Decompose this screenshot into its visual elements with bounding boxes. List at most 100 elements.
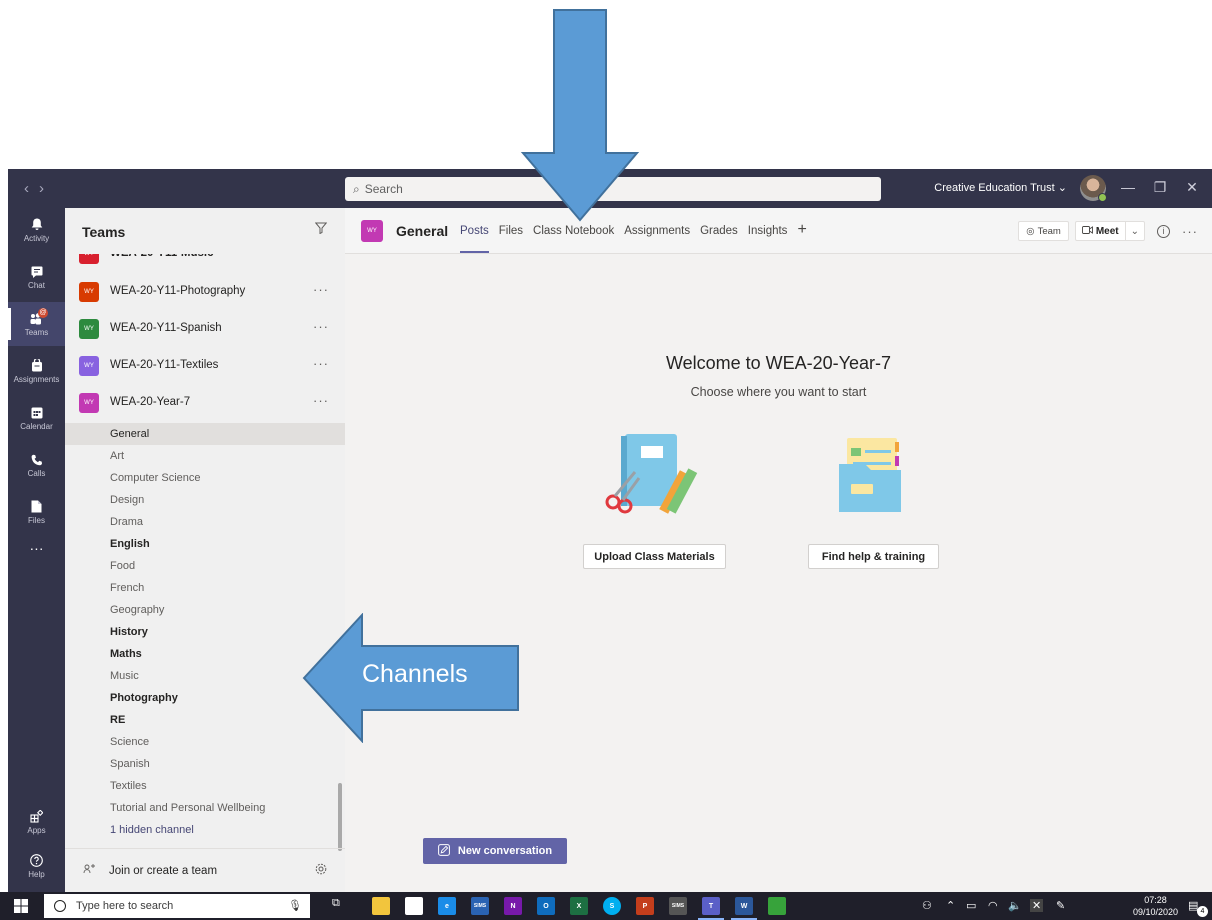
calendar-icon [29, 406, 45, 420]
channel-item[interactable]: English [65, 533, 345, 555]
microphone-icon[interactable]: 🎙 [288, 899, 302, 912]
taskbar-search-placeholder: Type here to search [76, 900, 174, 912]
channel-item[interactable]: Design [65, 489, 345, 511]
edge-icon[interactable]: e [438, 897, 456, 915]
teams-taskbar-icon[interactable]: T [698, 897, 724, 920]
rail-item-teams[interactable]: @ Teams [8, 302, 65, 346]
people-icon[interactable]: ⚇ [922, 899, 932, 912]
channel-item[interactable]: Art [65, 445, 345, 467]
hidden-channels-link[interactable]: 1 hidden channel [65, 819, 345, 841]
tab-insights[interactable]: Insights [748, 225, 788, 239]
sims-icon[interactable]: SIMS [471, 897, 489, 915]
rail-item-chat[interactable]: Chat [8, 255, 65, 299]
team-name: WEA-20-Y11-Spanish [110, 322, 222, 334]
more-options-icon[interactable]: ··· [1182, 224, 1198, 239]
presence-badge [1098, 193, 1107, 202]
chevron-down-icon[interactable]: ⌄ [1126, 226, 1144, 237]
new-conversation-button[interactable]: New conversation [423, 838, 567, 864]
compose-icon [438, 843, 450, 859]
rail-item-calendar[interactable]: Calendar [8, 396, 65, 440]
team-more-icon[interactable]: ··· [313, 319, 329, 334]
file-explorer-icon[interactable] [372, 897, 390, 915]
chevron-up-icon[interactable]: ⌃ [946, 899, 955, 912]
find-help-training-button[interactable]: Find help & training [808, 544, 939, 569]
task-view-icon[interactable]: ⧉ [332, 897, 340, 910]
join-create-team[interactable]: Join or create a team [65, 848, 345, 892]
outlook-icon[interactable]: O [537, 897, 555, 915]
org-switcher[interactable]: Creative Education Trust ⌄ [934, 181, 1067, 194]
channel-item[interactable]: Spanish [65, 753, 345, 775]
excel-icon[interactable]: X [570, 897, 588, 915]
minimize-icon[interactable]: — [1118, 179, 1138, 195]
forward-icon[interactable]: › [39, 180, 44, 197]
upload-class-materials-button[interactable]: Upload Class Materials [583, 544, 726, 569]
add-tab-button[interactable]: + [797, 221, 806, 239]
meet-label: Meet [1095, 225, 1119, 237]
store-icon[interactable] [405, 897, 423, 915]
back-icon[interactable]: ‹ [24, 180, 29, 197]
channel-item[interactable]: Food [65, 555, 345, 577]
team-row[interactable]: WY WEA-20-Y11-Textiles ··· [65, 347, 345, 384]
search-icon: ⌕ [353, 181, 360, 196]
rail-item-apps[interactable]: Apps [8, 800, 65, 844]
rail-item-activity[interactable]: Activity [8, 208, 65, 252]
filter-icon[interactable] [314, 221, 328, 237]
team-button[interactable]: ◎ Team [1018, 221, 1069, 241]
onedrive-error-icon[interactable]: ✕ [1030, 899, 1044, 912]
assignments-icon [29, 359, 45, 373]
wifi-icon[interactable]: ◠ [988, 899, 998, 912]
meet-button[interactable]: Meet ⌄ [1074, 221, 1145, 241]
help-icon [29, 854, 45, 868]
team-avatar: WY [79, 356, 99, 376]
channel-item[interactable]: Drama [65, 511, 345, 533]
team-row[interactable]: WY WEA-20-Y11-Photography ··· [65, 273, 345, 310]
rail-item-calls[interactable]: Calls [8, 443, 65, 487]
add-team-icon [83, 863, 96, 878]
team-row[interactable]: WY WEA-20-Year-7 ··· [65, 384, 345, 421]
rail-label: Calendar [20, 421, 53, 431]
word-icon[interactable]: W [731, 897, 757, 920]
team-more-icon[interactable]: ··· [313, 356, 329, 371]
gear-icon[interactable] [315, 863, 327, 878]
tab-class-notebook[interactable]: Class Notebook [533, 225, 614, 239]
tab-posts[interactable]: Posts [460, 225, 489, 253]
taskbar-search-input[interactable]: Type here to search 🎙 [44, 894, 310, 918]
tab-assignments[interactable]: Assignments [624, 225, 690, 239]
battery-icon[interactable]: ▭ [966, 899, 976, 912]
meet-now[interactable]: Meet [1076, 222, 1126, 240]
team-more-icon[interactable]: ··· [313, 282, 329, 297]
rail-label: Files [28, 515, 45, 525]
channel-item[interactable]: Tutorial and Personal Wellbeing [65, 797, 345, 819]
channel-title: General [396, 223, 449, 239]
join-label: Join or create a team [109, 865, 218, 877]
scrollbar[interactable] [338, 783, 342, 851]
tab-grades[interactable]: Grades [700, 225, 738, 239]
team-row[interactable]: WY WEA-20-Y11-Spanish ··· [65, 310, 345, 347]
rail-more-button[interactable]: ··· [8, 526, 65, 570]
rail-label: Apps [27, 825, 46, 835]
rail-item-assignments[interactable]: Assignments [8, 349, 65, 393]
sims-icon-2[interactable]: SIMS [669, 897, 687, 915]
channel-item[interactable]: French [65, 577, 345, 599]
rail-label: Teams [24, 327, 49, 337]
windows-start-icon[interactable] [14, 899, 28, 913]
info-icon[interactable]: i [1157, 224, 1170, 238]
powerpoint-icon[interactable]: P [636, 897, 654, 915]
close-icon[interactable]: ✕ [1182, 179, 1202, 196]
channel-item[interactable]: Textiles [65, 775, 345, 797]
volume-icon[interactable]: 🔈 [1008, 899, 1022, 912]
channel-item[interactable]: Computer Science [65, 467, 345, 489]
pen-icon[interactable]: ✎ [1056, 899, 1065, 912]
apps-icon [29, 810, 45, 824]
rail-item-help[interactable]: Help [8, 844, 65, 888]
team-name: WEA-20-Y11-Photography [110, 285, 246, 297]
skype-icon[interactable]: S [603, 897, 621, 915]
team-more-icon[interactable]: ··· [313, 393, 329, 408]
onenote-icon[interactable]: N [504, 897, 522, 915]
green-app-icon[interactable] [768, 897, 786, 915]
help-training-illustration [839, 438, 901, 512]
channel-item[interactable]: General [65, 423, 345, 445]
taskbar-clock[interactable]: 07:28 09/10/2020 [1133, 894, 1178, 918]
restore-icon[interactable]: ❐ [1150, 179, 1170, 196]
tab-files[interactable]: Files [499, 225, 523, 239]
